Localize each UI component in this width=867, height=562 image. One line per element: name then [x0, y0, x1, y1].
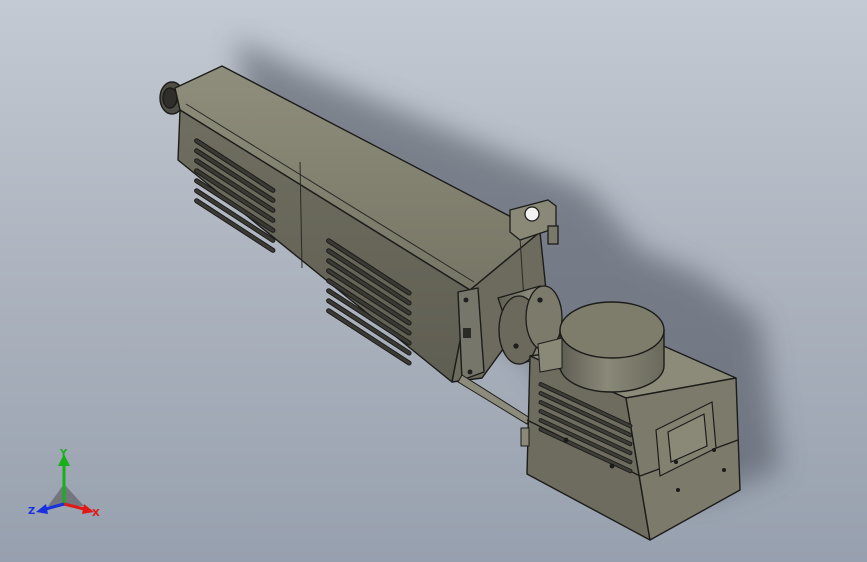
triad-base: [48, 484, 84, 506]
support-rod: [457, 374, 531, 425]
y-axis-label: Y: [59, 448, 68, 459]
side-pin: [520, 427, 530, 447]
z-axis-label: Z: [28, 506, 35, 517]
coordinate-triad: Y X Z: [28, 448, 100, 519]
scan-bracket: [537, 337, 563, 373]
cad-graphics-area[interactable]: Y X Z: [0, 0, 867, 562]
scan-head-cylinder[interactable]: [559, 301, 665, 393]
z-axis-arrow: [36, 504, 48, 514]
x-axis-label: X: [92, 508, 100, 519]
3d-model-view[interactable]: [0, 0, 867, 562]
